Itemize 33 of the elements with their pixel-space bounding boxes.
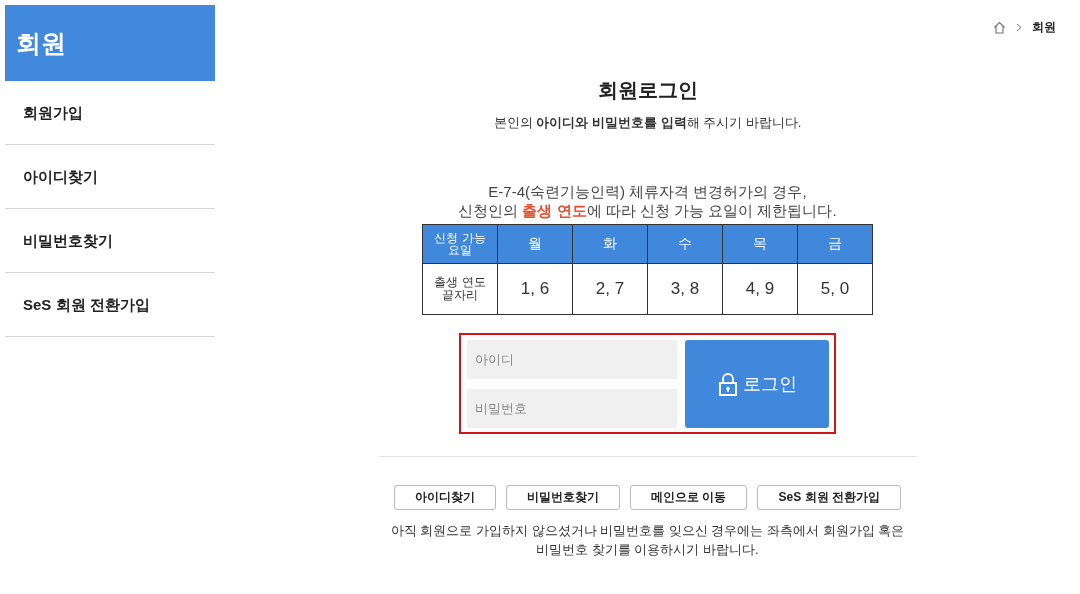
link-button[interactable]: 메인으로 이동 — [630, 485, 748, 510]
table-cell: 출생 연도 끝자리 — [422, 263, 498, 315]
table-header: 목 — [722, 224, 798, 264]
link-button[interactable]: SeS 회원 전환가입 — [757, 485, 901, 510]
sidebar-item[interactable]: SeS 회원 전환가입 — [5, 273, 215, 337]
id-field[interactable]: 아이디 — [467, 340, 677, 379]
home-icon[interactable] — [993, 21, 1006, 34]
notice-text: E-7-4(숙련기능인력) 체류자격 변경허가의 경우, — [487, 182, 808, 201]
table-cell: 1, 6 — [497, 263, 573, 315]
link-button[interactable]: 비밀번호찾기 — [506, 485, 621, 510]
sidebar-title: 회원 — [5, 5, 215, 81]
link-button[interactable]: 아이디찾기 — [394, 485, 497, 510]
sidebar-item[interactable]: 비밀번호찾기 — [5, 209, 215, 273]
table-cell: 2, 7 — [572, 263, 648, 315]
instruction-text: 본인의 아이디와 비밀번호를 입력해 주시기 바랍니다. — [493, 114, 802, 132]
table-header: 수 — [647, 224, 723, 264]
login-button[interactable]: 로그인 — [685, 340, 829, 428]
chevron-icon — [1016, 23, 1022, 32]
breadcrumb-current: 회원 — [1032, 19, 1056, 36]
password-field[interactable]: 비밀번호 — [467, 389, 677, 428]
help-text: 아직 회원으로 가입하지 않으셨거나 비밀번호를 잊으신 경우에는 좌측에서 회원가입 혹은 비밀번호 찾기를 이용하시기 바랍니다. — [389, 522, 906, 559]
table-header: 화 — [572, 224, 648, 264]
table-cell: 4, 9 — [722, 263, 798, 315]
table-cell: 3, 8 — [647, 263, 723, 315]
page-title: 회원로그인 — [597, 78, 698, 103]
table-header: 월 — [497, 224, 573, 264]
table-header: 신청 가능 요일 — [422, 224, 498, 264]
sidebar-item[interactable]: 회원가입 — [5, 81, 215, 145]
table-header: 금 — [797, 224, 873, 264]
table-cell: 5, 0 — [797, 263, 873, 315]
sidebar-item[interactable]: 아이디찾기 — [5, 145, 215, 209]
notice-text: 신청인의 출생 연도에 따라 신청 가능 요일이 제한됩니다. — [458, 201, 837, 220]
lock-icon — [717, 372, 738, 396]
